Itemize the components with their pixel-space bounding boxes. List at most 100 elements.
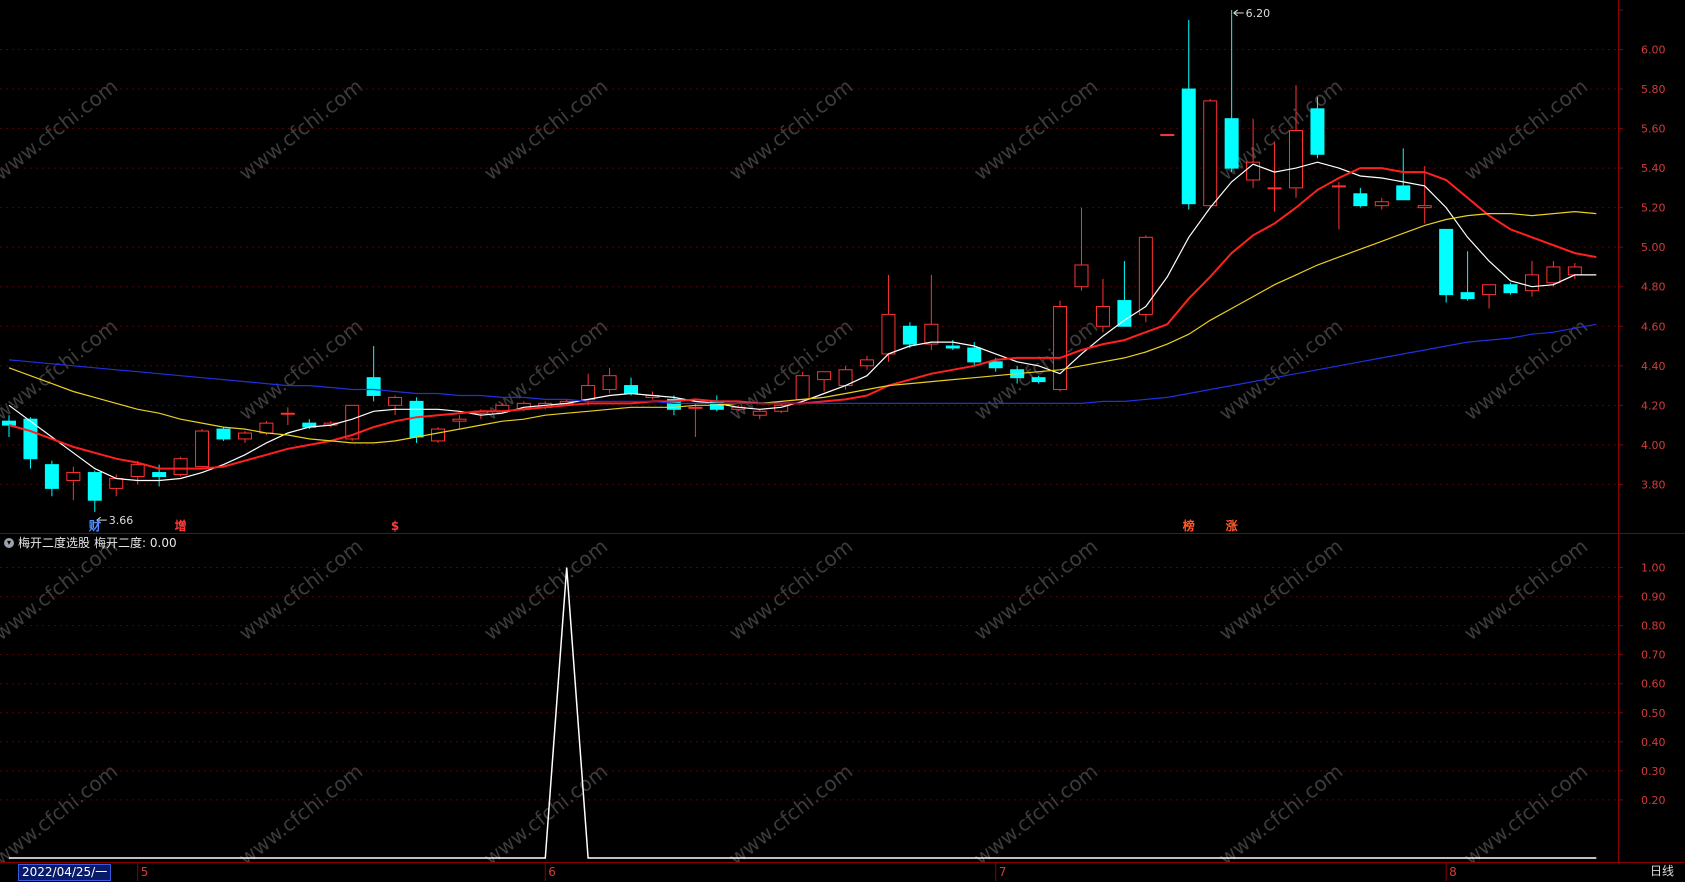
watermark-text: www.cfchi.com: [0, 759, 122, 862]
candle-body-down: [1353, 193, 1368, 207]
pane-divider[interactable]: [0, 533, 1685, 534]
event-marker: $: [391, 519, 399, 533]
candlestick: [173, 456, 188, 477]
candle-body-down: [1503, 284, 1518, 294]
candle-body-up: [602, 375, 617, 391]
watermark-text: www.cfchi.com: [1459, 534, 1592, 645]
candle-body-up: [66, 472, 81, 481]
price-tick-label: 4.80: [1641, 281, 1666, 294]
candlestick: [1524, 261, 1539, 297]
candle-body-up: [581, 385, 596, 400]
price-tick-label: 5.40: [1641, 162, 1666, 175]
candlestick: [752, 409, 767, 420]
price-tick-label: 5.80: [1641, 83, 1666, 96]
candlestick-chart[interactable]: www.cfchi.com www.cfchi.com www.cfchi.com w…: [0, 0, 1685, 533]
candle-body-up: [924, 323, 939, 345]
candle-body-down: [1117, 300, 1132, 327]
candle-body-down: [1310, 108, 1325, 155]
annotation-label: 3.66: [109, 514, 134, 527]
indicator-tick-label: 0.20: [1641, 794, 1666, 807]
candlestick: [1224, 9, 1239, 173]
candle-body-down: [409, 400, 424, 438]
candle-body-up: [1331, 185, 1346, 188]
price-axis-divider: [1618, 0, 1619, 881]
watermark-text: www.cfchi.com: [724, 534, 857, 645]
month-label: 8: [1449, 865, 1457, 879]
candle-body-up: [1546, 266, 1561, 284]
candle-body-up: [688, 406, 703, 409]
indicator-value: 梅开二度: 0.00: [94, 536, 177, 550]
candle-body-down: [1031, 377, 1046, 383]
candle-body-up: [452, 418, 467, 422]
event-marker: 涨: [1226, 518, 1238, 533]
indicator-header[interactable]: ▾ 梅开二度选股 梅开二度: 0.00: [4, 535, 177, 551]
candlestick: [924, 274, 939, 350]
watermark-text: www.cfchi.com: [479, 534, 612, 645]
watermark-text: www.cfchi.com: [969, 759, 1102, 862]
candle-body-down: [967, 347, 982, 363]
event-marker: 财: [88, 518, 101, 533]
month-label: 5: [141, 865, 149, 879]
candlestick: [624, 377, 639, 396]
watermark-text: www.cfchi.com: [234, 534, 367, 645]
price-tick-label: 6.00: [1641, 43, 1666, 56]
candlestick: [860, 355, 874, 370]
indicator-tick-label: 0.80: [1641, 620, 1666, 633]
candle-body-down: [1460, 292, 1475, 300]
month-label: 7: [999, 865, 1007, 879]
watermark-text: www.cfchi.com: [1214, 759, 1347, 862]
candlestick: [1482, 284, 1497, 309]
candle-body-down: [1224, 118, 1239, 169]
indicator-tick-label: 0.50: [1641, 707, 1666, 720]
month-label: 6: [548, 865, 556, 879]
candlestick: [688, 403, 703, 437]
candlestick: [1396, 148, 1411, 201]
candle-body-down: [624, 385, 639, 394]
watermark-text: www.cfchi.com: [1214, 534, 1347, 645]
candlestick: [1203, 98, 1218, 208]
candlestick: [1353, 187, 1368, 208]
candlestick: [1181, 19, 1196, 210]
candlestick: [109, 474, 124, 497]
indicator-tick-label: 0.90: [1641, 591, 1666, 604]
candle-body-down: [2, 420, 16, 426]
indicator-name[interactable]: 梅开二度选股: [18, 535, 90, 551]
candle-body-up: [1074, 264, 1089, 288]
candle-body-down: [366, 377, 381, 396]
watermark-text: www.cfchi.com: [0, 314, 122, 425]
indicator-chart[interactable]: www.cfchi.com www.cfchi.com www.cfchi.com w…: [0, 533, 1685, 862]
candle-body-down: [87, 472, 102, 501]
candlestick: [1074, 207, 1089, 291]
watermark-text: www.cfchi.com: [724, 759, 857, 862]
candlestick: [817, 371, 832, 392]
candle-body-down: [1439, 228, 1454, 296]
indicator-tick-label: 0.30: [1641, 765, 1666, 778]
time-axis: 5 6 7 8: [137, 863, 1457, 881]
candle-body-up: [1417, 205, 1432, 209]
candle-body-up: [1053, 305, 1068, 391]
candle-body-up: [259, 422, 274, 434]
price-tick-label: 5.60: [1641, 123, 1666, 136]
indicator-settings-icon[interactable]: ▾: [4, 538, 14, 548]
candle-body-up: [1482, 284, 1497, 296]
stock-chart-window: www.cfchi.com www.cfchi.com www.cfchi.com w…: [0, 0, 1685, 882]
event-marker: 增: [175, 518, 187, 533]
candlestick: [1503, 282, 1518, 295]
annotation-label: 6.20: [1246, 7, 1271, 20]
candle-body-up: [1374, 201, 1389, 207]
candlestick: [1460, 251, 1475, 301]
candlestick: [366, 346, 381, 402]
candle-body-up: [1160, 134, 1175, 136]
indicator-tick-label: 0.40: [1641, 736, 1666, 749]
candlestick: [452, 415, 467, 430]
candle-body-down: [1396, 185, 1411, 201]
watermark-text: www.cfchi.com: [969, 74, 1102, 185]
candlestick: [388, 395, 403, 416]
candlestick: [902, 322, 917, 349]
indicator-tick-label: 1.00: [1641, 562, 1666, 575]
watermark-text: www.cfchi.com: [969, 534, 1102, 645]
candlestick: [87, 470, 102, 513]
candle-body-down: [1181, 88, 1196, 205]
candle-body-up: [1267, 187, 1282, 190]
candle-body-up: [388, 396, 403, 406]
